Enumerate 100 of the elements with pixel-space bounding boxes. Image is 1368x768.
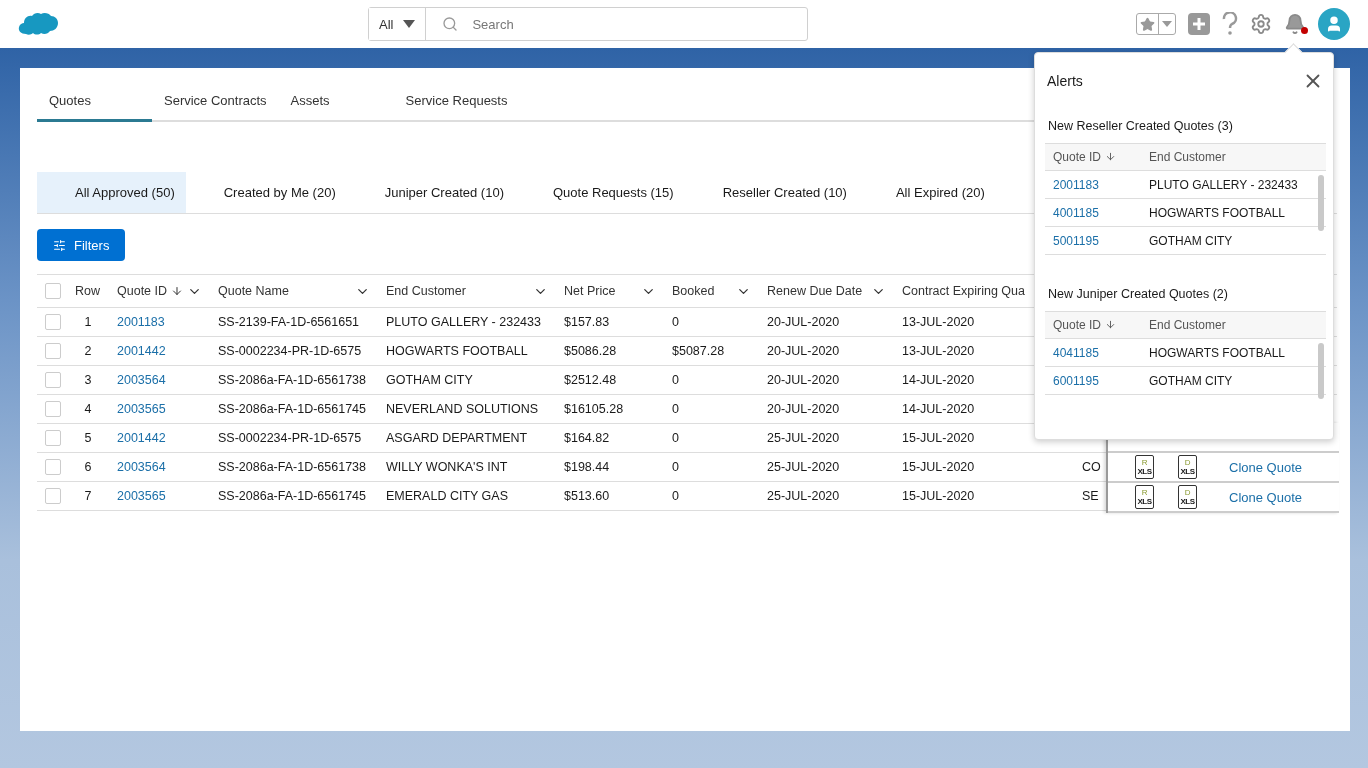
column-header[interactable]: Row	[67, 274, 109, 308]
row-checkbox[interactable]	[45, 430, 61, 446]
row-checkbox[interactable]	[45, 488, 61, 504]
user-avatar[interactable]	[1318, 8, 1350, 40]
table-cell: 25-JUL-2020	[759, 423, 894, 453]
quote-id-link[interactable]: 2003564	[109, 365, 210, 395]
table-cell: 1	[67, 307, 109, 337]
quote-id-link[interactable]: 2003565	[109, 394, 210, 424]
quote-id-link[interactable]: 2001442	[109, 423, 210, 453]
quote-id-link[interactable]: 2001442	[109, 336, 210, 366]
quote-id-link[interactable]: 2001183	[1045, 170, 1141, 199]
table-cell: 0	[664, 394, 759, 424]
column-header[interactable]: End Customer	[1141, 143, 1326, 171]
table-cell: 6	[67, 452, 109, 482]
table-cell: 15-JUL-2020	[894, 481, 1074, 511]
column-header[interactable]: Booked	[664, 274, 759, 308]
table-cell: NEVERLAND SOLUTIONS	[378, 394, 556, 424]
favorites-button[interactable]	[1136, 13, 1176, 35]
quote-id-link[interactable]: 2003564	[109, 452, 210, 482]
quote-id-link[interactable]: 4041185	[1045, 338, 1141, 367]
table-cell: EMERALD CITY GAS	[378, 481, 556, 511]
tab[interactable]: Quotes	[37, 85, 152, 122]
column-header[interactable]: End Customer	[1141, 311, 1326, 339]
table-cell: 0	[664, 423, 759, 453]
table-cell: SS-0002234-PR-1D-6575	[210, 336, 378, 366]
table-cell: $157.83	[556, 307, 664, 337]
table-cell: $2512.48	[556, 365, 664, 395]
column-header[interactable]: End Customer	[378, 274, 556, 308]
row-checkbox[interactable]	[45, 343, 61, 359]
tab[interactable]: Service Contracts	[152, 85, 279, 122]
table-cell: 7	[67, 481, 109, 511]
table-cell: $5086.28	[556, 336, 664, 366]
star-icon	[1140, 16, 1155, 32]
add-button[interactable]	[1188, 13, 1210, 35]
xls-file-icon[interactable]: D XLS	[1178, 455, 1197, 479]
table-cell: 0	[664, 365, 759, 395]
filters-button[interactable]: Filters	[37, 229, 126, 261]
cloud-logo-icon[interactable]	[18, 10, 58, 38]
table-cell: ASGARD DEPARTMENT	[378, 423, 556, 453]
table-cell: 3	[67, 365, 109, 395]
table-cell: 4	[67, 394, 109, 424]
list-view-tab[interactable]: Created by Me (20)	[185, 172, 347, 213]
table-cell: SS-2086a-FA-1D-6561745	[210, 394, 378, 424]
table-cell: $16105.28	[556, 394, 664, 424]
table-cell: 20-JUL-2020	[759, 394, 894, 424]
column-header[interactable]: Quote Name	[210, 274, 378, 308]
quote-id-link[interactable]: 5001195	[1045, 226, 1141, 255]
popover-title: Alerts	[1047, 73, 1083, 89]
search-bar[interactable]: All Search	[368, 7, 808, 41]
help-icon[interactable]	[1222, 12, 1238, 36]
tab[interactable]: Service Requests	[393, 85, 520, 122]
column-header[interactable]: Quote ID	[1045, 311, 1141, 339]
table-cell: SS-2086a-FA-1D-6561738	[210, 452, 378, 482]
tab[interactable]: Assets	[278, 85, 394, 122]
quote-id-link[interactable]: 2001183	[109, 307, 210, 337]
table-cell: 5	[67, 423, 109, 453]
list-view-tab[interactable]: All Expired (20)	[857, 172, 996, 213]
list-view-tab[interactable]: Reseller Created (10)	[684, 172, 858, 213]
xls-file-icon[interactable]: D XLS	[1178, 485, 1197, 509]
row-checkbox[interactable]	[45, 459, 61, 475]
table-cell: SS-0002234-PR-1D-6575	[210, 423, 378, 453]
column-header[interactable]: Quote ID	[109, 274, 210, 308]
sort-arrow-icon	[1105, 151, 1117, 162]
table-cell: $164.82	[556, 423, 664, 453]
xls-file-icon[interactable]: R XLS	[1135, 455, 1154, 479]
table-cell: 25-JUL-2020	[759, 481, 894, 511]
table-cell: 20-JUL-2020	[759, 307, 894, 337]
filter-icon	[53, 238, 66, 252]
column-header[interactable]: Renew Due Date	[759, 274, 894, 308]
row-checkbox[interactable]	[45, 314, 61, 330]
table-cell: 0	[664, 307, 759, 337]
table-cell: PLUTO GALLERY - 232433	[378, 307, 556, 337]
quote-id-link[interactable]: 2003565	[109, 481, 210, 511]
settings-icon[interactable]	[1250, 13, 1272, 35]
clone-quote-link[interactable]: Clone Quote	[1229, 489, 1302, 505]
select-all-checkbox[interactable]	[45, 283, 61, 299]
row-checkbox[interactable]	[45, 401, 61, 417]
column-header[interactable]: Net Price	[556, 274, 664, 308]
scrollbar-thumb[interactable]	[1318, 175, 1324, 231]
column-header[interactable]: Quote ID	[1045, 143, 1141, 171]
scrollbar-thumb[interactable]	[1318, 343, 1324, 399]
list-view-tab[interactable]: All Approved (50)	[37, 172, 186, 213]
sort-arrow-icon	[1105, 319, 1117, 330]
table-cell: 2	[67, 336, 109, 366]
table-cell: 20-JUL-2020	[759, 336, 894, 366]
table-cell: 20-JUL-2020	[759, 365, 894, 395]
table-cell: 0	[664, 481, 759, 511]
row-checkbox[interactable]	[45, 372, 61, 388]
notifications-bell-icon[interactable]	[1284, 13, 1306, 35]
clone-quote-link[interactable]: Clone Quote	[1229, 459, 1302, 475]
table-cell: 15-JUL-2020	[894, 452, 1074, 482]
search-scope-dropdown[interactable]: All	[369, 8, 427, 40]
table-cell: GOTHAM CITY	[378, 365, 556, 395]
list-view-tab[interactable]: Quote Requests (15)	[514, 172, 685, 213]
table-cell: SS-2086a-FA-1D-6561745	[210, 481, 378, 511]
quote-id-link[interactable]: 6001195	[1045, 366, 1141, 395]
quote-id-link[interactable]: 4001185	[1045, 198, 1141, 227]
section-title: New Reseller Created Quotes (3)	[1047, 119, 1234, 133]
xls-file-icon[interactable]: R XLS	[1135, 485, 1154, 509]
list-view-tab[interactable]: Juniper Created (10)	[346, 172, 515, 213]
